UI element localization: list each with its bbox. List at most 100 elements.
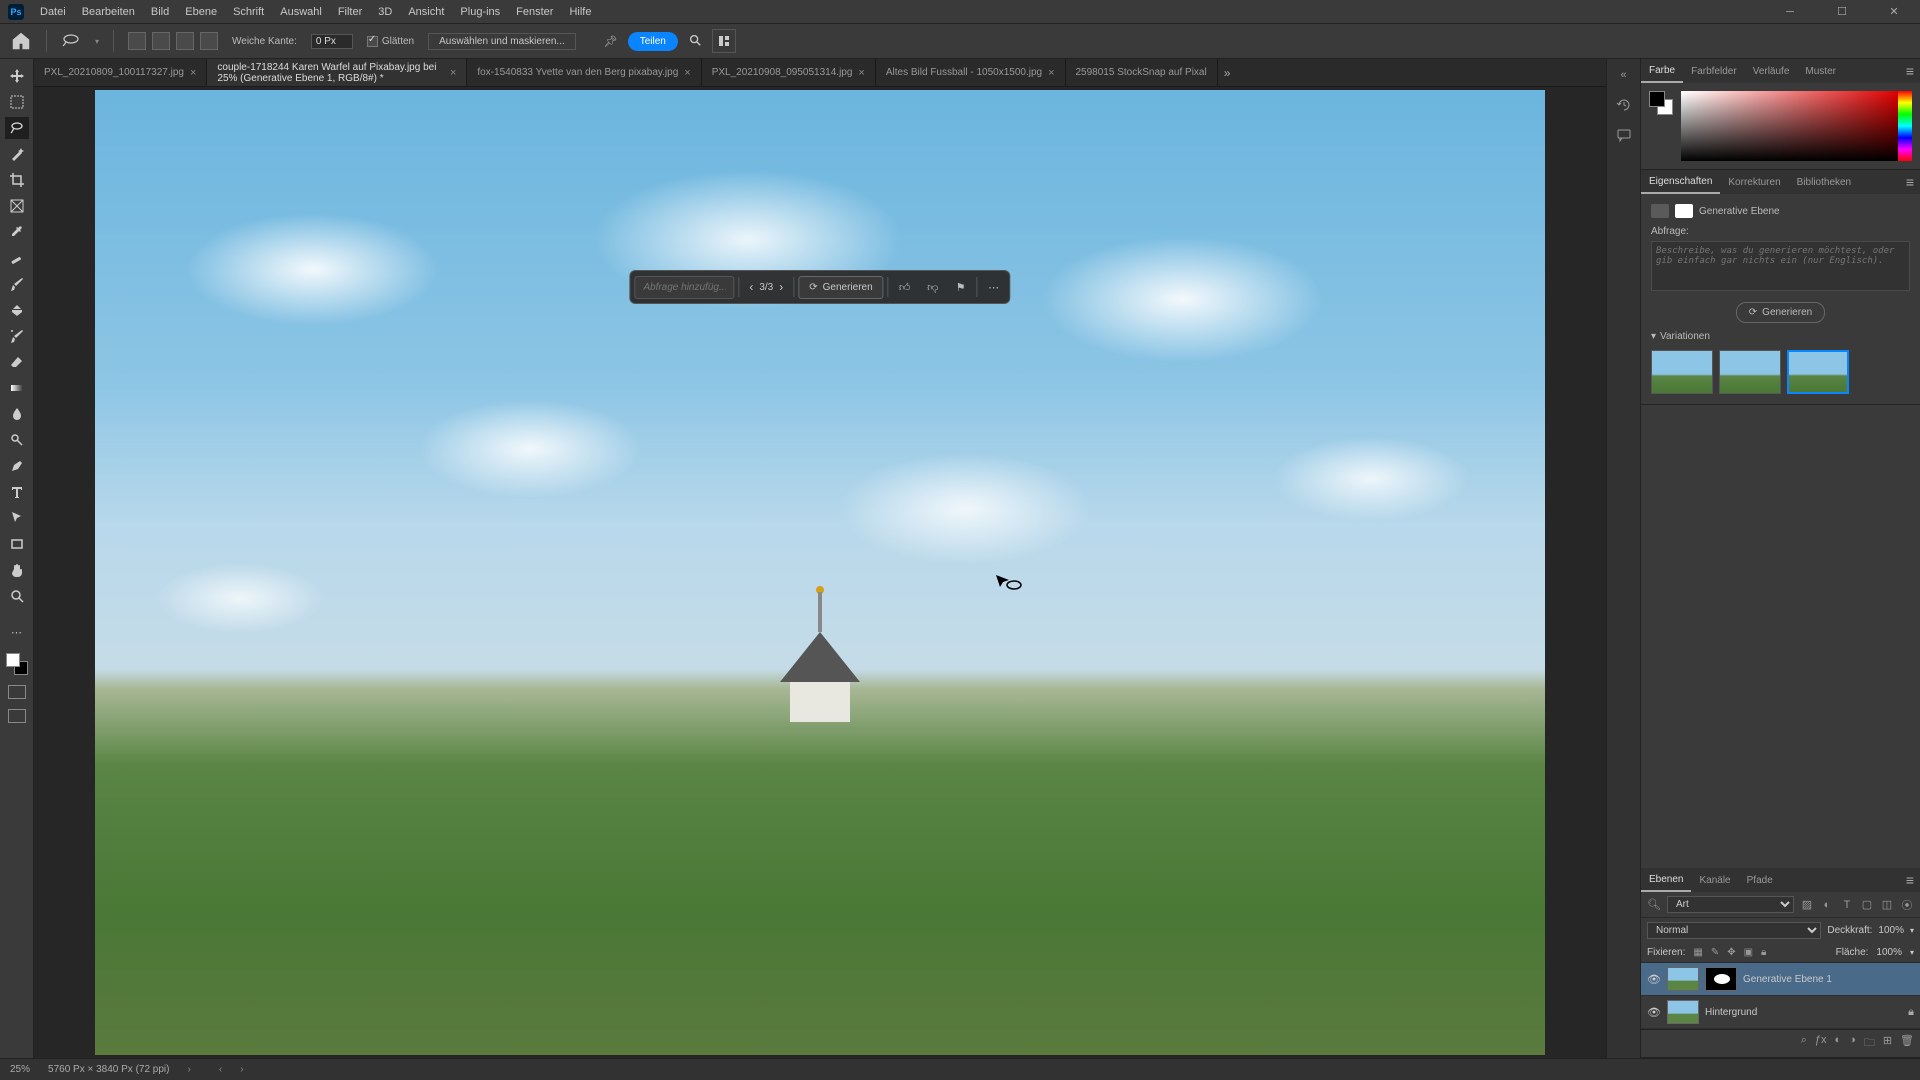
healing-brush-tool[interactable] <box>5 247 29 269</box>
brush-tool[interactable] <box>5 273 29 295</box>
color-swatch[interactable] <box>6 653 28 675</box>
dodge-tool[interactable] <box>5 429 29 451</box>
gen-next-button[interactable]: › <box>779 280 783 294</box>
layer-fx-icon[interactable]: ƒx <box>1815 1034 1827 1053</box>
more-options-button[interactable]: ⋯ <box>982 275 1006 299</box>
crop-tool[interactable] <box>5 169 29 191</box>
close-icon[interactable]: × <box>190 67 196 79</box>
tab-swatches[interactable]: Farbfelder <box>1683 59 1745 83</box>
tab-doc-1[interactable]: couple-1718244 Karen Warfel auf Pixabay.… <box>207 59 467 86</box>
menu-plugins[interactable]: Plug-ins <box>460 6 500 18</box>
link-layers-icon[interactable]: ⌕ <box>1801 1034 1807 1053</box>
close-window-button[interactable]: ✕ <box>1876 0 1912 24</box>
adjustment-layer-icon[interactable]: ◑ <box>1849 1034 1856 1053</box>
opacity-value[interactable]: 100% <box>1878 925 1904 936</box>
eraser-tool[interactable] <box>5 351 29 373</box>
home-button[interactable] <box>10 30 32 52</box>
filter-toggle-icon[interactable]: ⦿ <box>1900 898 1914 912</box>
menu-type[interactable]: Schrift <box>233 6 264 18</box>
magic-wand-tool[interactable] <box>5 143 29 165</box>
variation-thumb-2[interactable] <box>1719 350 1781 394</box>
share-button[interactable]: Teilen <box>628 32 678 51</box>
filter-adjust-icon[interactable]: ◐ <box>1820 898 1834 912</box>
blend-mode-select[interactable]: Normal <box>1647 922 1821 939</box>
tab-libraries[interactable]: Bibliotheken <box>1789 170 1859 194</box>
panel-menu-icon[interactable]: ≡ <box>1900 868 1920 892</box>
variations-section-header[interactable]: ▾Variationen <box>1651 331 1910 342</box>
tab-channels[interactable]: Kanäle <box>1691 868 1738 892</box>
hand-tool[interactable] <box>5 559 29 581</box>
path-selection-tool[interactable] <box>5 507 29 529</box>
move-tool[interactable] <box>5 65 29 87</box>
timeline-prev-icon[interactable]: ‹ <box>219 1064 222 1075</box>
blur-tool[interactable] <box>5 403 29 425</box>
document-info[interactable]: 5760 Px × 3840 Px (72 ppi) <box>48 1064 169 1075</box>
eyedropper-tool[interactable] <box>5 221 29 243</box>
antialias-checkbox[interactable] <box>367 36 378 47</box>
layer-row-generative[interactable]: 👁︎ Generative Ebene 1 <box>1641 963 1920 996</box>
close-icon[interactable]: × <box>858 67 864 79</box>
tab-gradients[interactable]: Verläufe <box>1745 59 1798 83</box>
delete-layer-icon[interactable]: 🗑︎ <box>1900 1034 1914 1053</box>
maximize-button[interactable]: ☐ <box>1824 0 1860 24</box>
lock-pixels-icon[interactable]: ✎ <box>1711 947 1719 958</box>
screen-mode-toggle[interactable] <box>8 709 26 723</box>
quick-mask-toggle[interactable] <box>8 685 26 699</box>
tab-properties[interactable]: Eigenschaften <box>1641 170 1720 194</box>
history-panel-icon[interactable] <box>1614 95 1634 115</box>
selection-intersect-button[interactable] <box>200 32 218 50</box>
lock-all-icon[interactable]: 🔒︎ <box>1761 947 1766 958</box>
menu-select[interactable]: Auswahl <box>280 6 322 18</box>
menu-edit[interactable]: Bearbeiten <box>82 6 135 18</box>
search-icon[interactable] <box>688 33 702 50</box>
visibility-toggle-icon[interactable]: 👁︎ <box>1647 1006 1661 1019</box>
flag-button[interactable]: ⚑ <box>949 275 973 299</box>
tab-doc-0[interactable]: PXL_20210809_100117327.jpg× <box>34 59 207 86</box>
collapse-arrow-icon[interactable]: « <box>1614 65 1634 85</box>
panel-menu-icon[interactable]: ≡ <box>1900 59 1920 83</box>
layer-thumbnail[interactable] <box>1667 1000 1699 1024</box>
menu-window[interactable]: Fenster <box>516 6 553 18</box>
filter-pixel-icon[interactable]: ▨ <box>1800 898 1814 912</box>
close-icon[interactable]: × <box>1048 67 1054 79</box>
menu-filter[interactable]: Filter <box>338 6 362 18</box>
panel-menu-icon[interactable]: ≡ <box>1900 170 1920 194</box>
thumbs-up-button[interactable]: 👍︎ <box>893 275 917 299</box>
clone-stamp-tool[interactable] <box>5 299 29 321</box>
menu-file[interactable]: Datei <box>40 6 66 18</box>
timeline-next-icon[interactable]: › <box>240 1064 243 1075</box>
tab-doc-3[interactable]: PXL_20210908_095051314.jpg× <box>702 59 876 86</box>
tab-doc-4[interactable]: Altes Bild Fussball - 1050x1500.jpg× <box>876 59 1066 86</box>
lock-position-icon[interactable]: ✥ <box>1727 947 1735 958</box>
zoom-level[interactable]: 25% <box>10 1064 30 1075</box>
filter-smart-icon[interactable]: ◫ <box>1880 898 1894 912</box>
lasso-tool[interactable] <box>5 117 29 139</box>
comments-panel-icon[interactable] <box>1614 125 1634 145</box>
variation-thumb-3[interactable] <box>1787 350 1849 394</box>
lock-icon[interactable]: 🔒︎ <box>1908 1006 1914 1019</box>
tab-doc-2[interactable]: fox-1540833 Yvette van den Berg pixabay.… <box>467 59 701 86</box>
zoom-tool[interactable] <box>5 585 29 607</box>
color-fg-bg-swatch[interactable] <box>1649 91 1673 115</box>
selection-add-button[interactable] <box>152 32 170 50</box>
pen-tool[interactable] <box>5 455 29 477</box>
layer-mask-icon[interactable]: ◐ <box>1835 1034 1842 1053</box>
generate-button[interactable]: ⟳ Generieren <box>798 276 883 299</box>
lock-transparency-icon[interactable]: ▦ <box>1693 947 1702 958</box>
menu-3d[interactable]: 3D <box>378 6 392 18</box>
thumbs-down-button[interactable]: 👎︎ <box>921 275 945 299</box>
pin-icon[interactable]: 📌︎ <box>604 35 618 48</box>
layer-row-background[interactable]: 👁︎ Hintergrund 🔒︎ <box>1641 996 1920 1029</box>
color-spectrum[interactable] <box>1681 91 1912 161</box>
visibility-toggle-icon[interactable]: 👁︎ <box>1647 973 1661 986</box>
minimize-button[interactable]: ─ <box>1772 0 1808 24</box>
select-and-mask-button[interactable]: Auswählen und maskieren... <box>428 33 576 50</box>
layer-name[interactable]: Hintergrund <box>1705 1007 1902 1018</box>
history-brush-tool[interactable] <box>5 325 29 347</box>
info-arrow-icon[interactable]: › <box>188 1064 191 1075</box>
filter-type-icon[interactable]: T <box>1840 898 1854 912</box>
fill-value[interactable]: 100% <box>1876 947 1902 958</box>
layer-mask-thumbnail[interactable] <box>1705 967 1737 991</box>
tab-paths[interactable]: Pfade <box>1739 868 1781 892</box>
feather-input[interactable] <box>311 34 353 49</box>
